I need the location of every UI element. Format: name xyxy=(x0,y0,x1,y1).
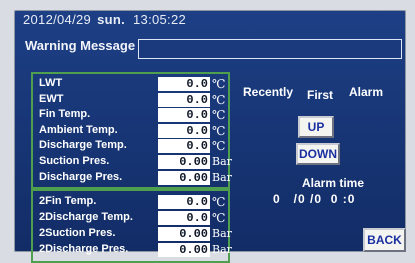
sensor-label: 2Discharge Pres. xyxy=(39,243,129,255)
date-display: 2012/04/29 xyxy=(23,12,92,27)
sensor-label: EWT xyxy=(39,93,64,105)
recently-label: Recently xyxy=(243,85,294,99)
sensor-unit: ℃ xyxy=(212,93,226,107)
sensor-unit: ℃ xyxy=(212,211,226,225)
alarm-time-label: Alarm time xyxy=(302,176,365,190)
down-button[interactable]: DOWN xyxy=(296,143,340,165)
sensor-row-ambient-temp: Ambient Temp. 0.0 ℃ xyxy=(33,124,232,138)
sensor-row-discharge-pres: Discharge Pres. 0.00 Bar xyxy=(33,171,232,185)
sensor-unit: ℃ xyxy=(212,108,226,122)
sensor-label: Suction Pres. xyxy=(39,155,110,167)
hmi-screen: 2012/04/29 sun. 13:05:22 Warning Message L… xyxy=(14,10,406,263)
sensor-value: 0.0 xyxy=(158,93,210,107)
warning-message-field xyxy=(138,39,402,59)
sensor-row-fin-temp: Fin Temp. 0.0 ℃ xyxy=(33,108,232,122)
sensor-panel-2: 2Fin Temp. 0.0 ℃ 2Discharge Temp. 0.0 ℃ … xyxy=(31,189,232,263)
sensor-unit: Bar xyxy=(212,227,232,240)
hmi-bezel: 2012/04/29 sun. 13:05:22 Warning Message L… xyxy=(0,0,415,263)
sensor-value: 0.00 xyxy=(158,171,210,185)
up-button[interactable]: UP xyxy=(298,116,334,138)
sensor-value: 0.0 xyxy=(158,108,210,122)
sensor-unit: ℃ xyxy=(212,195,226,209)
sensor-unit: ℃ xyxy=(212,77,226,91)
sensor-label: Discharge Pres. xyxy=(39,171,123,183)
sensor-panel-1: LWT 0.0 ℃ EWT 0.0 ℃ Fin Temp. 0.0 ℃ Ambi… xyxy=(31,72,232,189)
sensor-row-discharge-temp: Discharge Temp. 0.0 ℃ xyxy=(33,139,232,153)
day-display: sun. xyxy=(97,12,126,27)
sensor-value: 0.00 xyxy=(158,155,210,169)
sensor-label: Ambient Temp. xyxy=(39,124,118,136)
sensor-value: 0.0 xyxy=(158,139,210,153)
sensor-label: Fin Temp. xyxy=(39,108,91,120)
back-button[interactable]: BACK xyxy=(363,228,406,252)
sensor-row-2suction-pres: 2Suction Pres. 0.00 Bar xyxy=(33,227,232,241)
sensor-value: 0.0 xyxy=(158,195,210,209)
sensor-label: Discharge Temp. xyxy=(39,139,127,151)
sensor-label: 2Discharge Temp. xyxy=(39,211,133,223)
alarm-label: Alarm xyxy=(349,85,384,99)
sensor-unit: Bar xyxy=(212,155,232,168)
time-display: 13:05:22 xyxy=(133,12,187,27)
sensor-label: LWT xyxy=(39,77,63,89)
first-label: First xyxy=(307,88,334,102)
sensor-row-lwt: LWT 0.0 ℃ xyxy=(33,77,232,91)
sensor-value: 0.0 xyxy=(158,77,210,91)
sensor-label: 2Suction Pres. xyxy=(39,227,116,239)
sensor-row-ewt: EWT 0.0 ℃ xyxy=(33,93,232,107)
sensor-row-suction-pres: Suction Pres. 0.00 Bar xyxy=(33,155,232,169)
sensor-unit: Bar xyxy=(212,171,232,184)
sensor-value: 0.0 xyxy=(158,124,210,138)
sensor-value: 0.00 xyxy=(158,227,210,241)
sensor-row-2fin-temp: 2Fin Temp. 0.0 ℃ xyxy=(33,195,232,209)
warning-message-label: Warning Message xyxy=(25,38,136,53)
sensor-unit: ℃ xyxy=(212,139,226,153)
sensor-row-2discharge-temp: 2Discharge Temp. 0.0 ℃ xyxy=(33,211,232,225)
sensor-label: 2Fin Temp. xyxy=(39,195,97,207)
alarm-time-value: 0 /0 /0 0 :0 xyxy=(273,192,356,206)
sensor-unit: ℃ xyxy=(212,124,226,138)
sensor-value: 0.0 xyxy=(158,211,210,225)
status-bar: 2012/04/29 sun. 13:05:22 xyxy=(23,12,186,27)
